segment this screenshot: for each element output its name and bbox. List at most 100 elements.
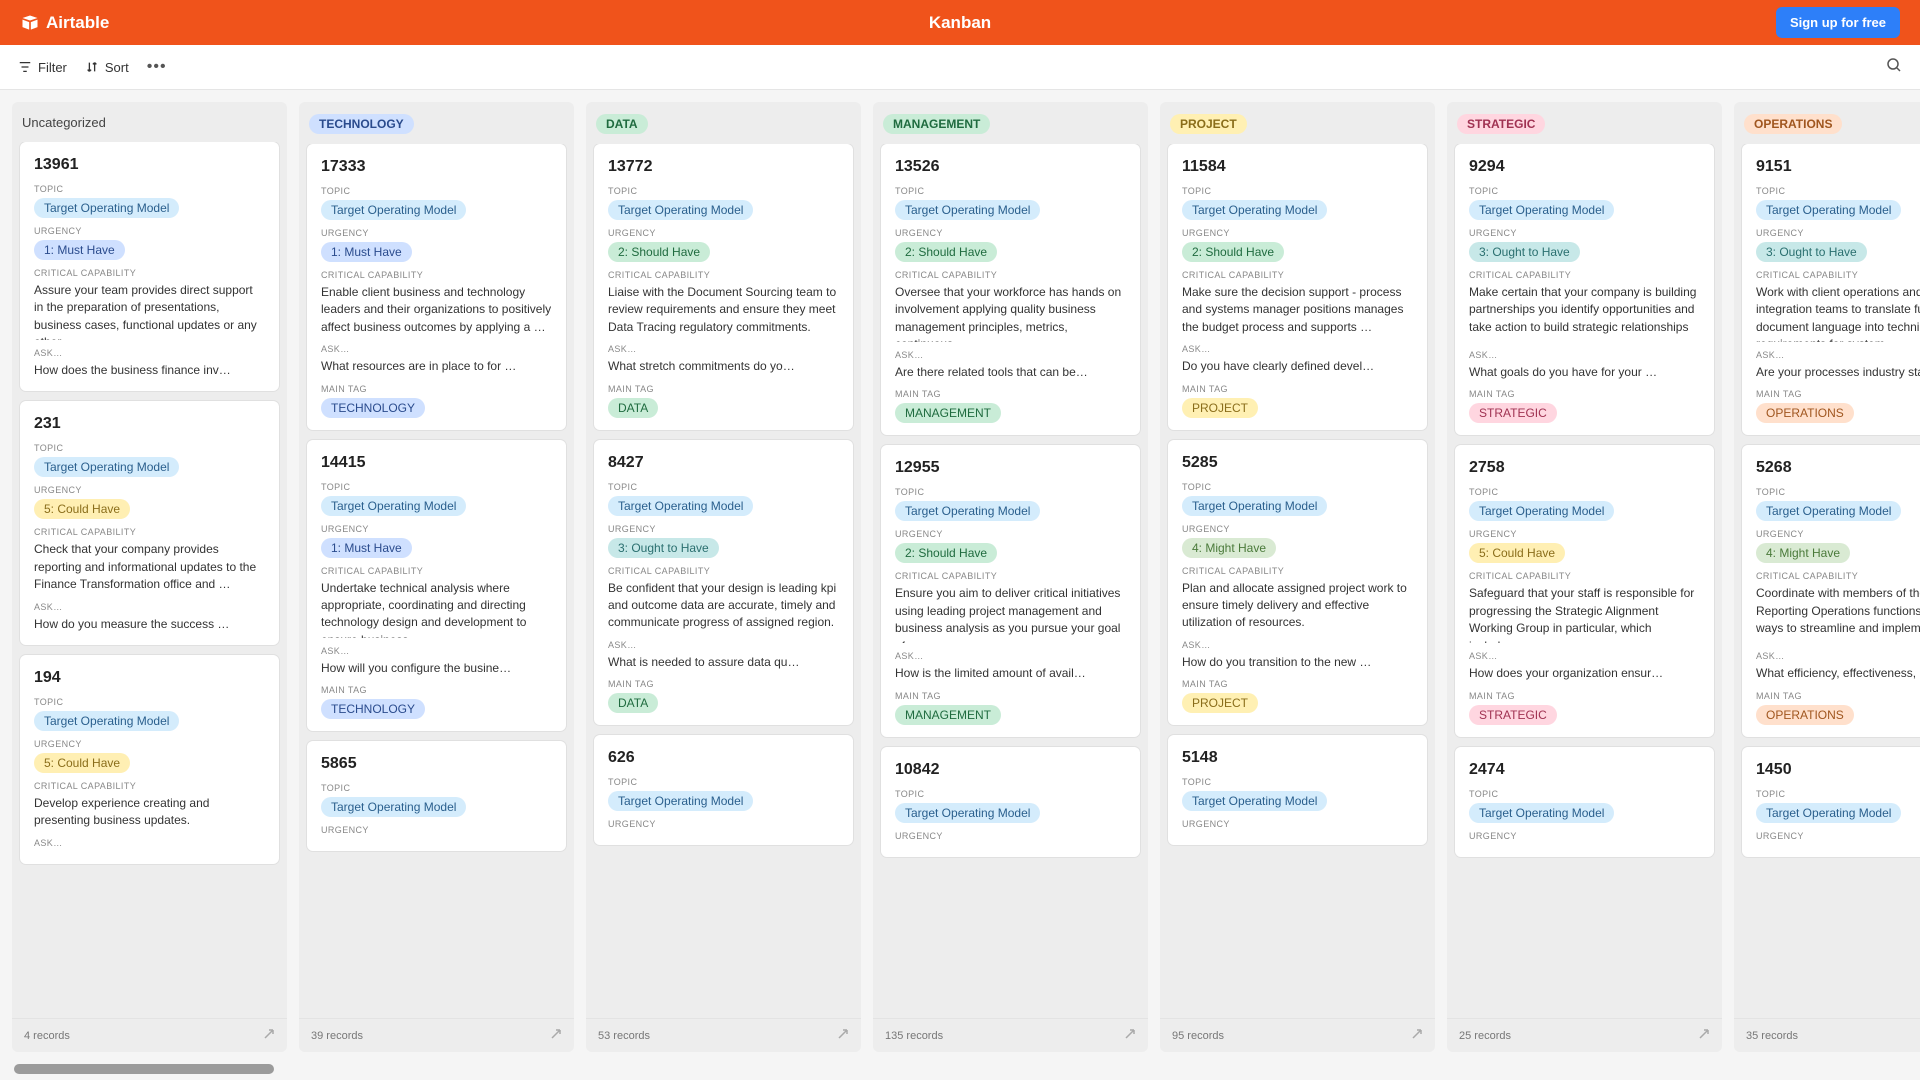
kanban-card[interactable]: 11584TOPICTarget Operating ModelURGENCY2… (1168, 144, 1427, 430)
topic-pill: Target Operating Model (608, 200, 753, 220)
field-label-urgency: URGENCY (34, 485, 265, 495)
main-tag-pill: STRATEGIC (1469, 705, 1557, 725)
expand-icon[interactable] (550, 1028, 562, 1043)
field-label-topic: TOPIC (321, 186, 552, 196)
urgency-pill: 1: Must Have (321, 242, 412, 262)
field-label-topic: TOPIC (608, 186, 839, 196)
topic-pill: Target Operating Model (895, 803, 1040, 823)
field-label-maintag: MAIN TAG (1756, 389, 1920, 399)
field-label-topic: TOPIC (1182, 777, 1413, 787)
record-count: 35 records (1746, 1030, 1798, 1042)
kanban-card[interactable]: 194TOPICTarget Operating ModelURGENCY5: … (20, 655, 279, 864)
field-label-urgency: URGENCY (321, 524, 552, 534)
main-tag-pill: DATA (608, 693, 658, 713)
topic-pill: Target Operating Model (1469, 200, 1614, 220)
kanban-card[interactable]: 5148TOPICTarget Operating ModelURGENCY (1168, 735, 1427, 845)
kanban-card[interactable]: 1450TOPICTarget Operating ModelURGENCY (1742, 747, 1920, 857)
field-label-topic: TOPIC (34, 443, 265, 453)
search-button[interactable] (1886, 57, 1902, 78)
field-label-critical: CRITICAL CAPABILITY (321, 566, 552, 576)
field-label-topic: TOPIC (895, 487, 1126, 497)
topic-pill: Target Operating Model (321, 496, 466, 516)
kanban-column: STRATEGIC9294TOPICTarget Operating Model… (1447, 102, 1722, 1052)
record-count: 4 records (24, 1030, 70, 1042)
topic-pill: Target Operating Model (608, 791, 753, 811)
more-menu-button[interactable]: ••• (147, 58, 167, 76)
field-label-urgency: URGENCY (895, 831, 1126, 841)
card-id: 5285 (1182, 454, 1413, 472)
kanban-card[interactable]: 9294TOPICTarget Operating ModelURGENCY3:… (1455, 144, 1714, 435)
topic-pill: Target Operating Model (608, 496, 753, 516)
urgency-pill: 5: Could Have (34, 753, 130, 773)
column-tag: PROJECT (1170, 114, 1247, 134)
field-label-topic: TOPIC (1469, 186, 1700, 196)
field-label-topic: TOPIC (1469, 487, 1700, 497)
field-label-ask: ASK… (34, 838, 265, 848)
kanban-card[interactable]: 13961TOPICTarget Operating ModelURGENCY1… (20, 142, 279, 391)
ask-text: What stretch commitments do yo… (608, 358, 839, 375)
kanban-card[interactable]: 13526TOPICTarget Operating ModelURGENCY2… (881, 144, 1140, 435)
ask-text: How will you configure the busine… (321, 660, 552, 677)
urgency-pill: 3: Ought to Have (608, 538, 719, 558)
kanban-card[interactable]: 5268TOPICTarget Operating ModelURGENCY4:… (1742, 445, 1920, 736)
topic-pill: Target Operating Model (1756, 803, 1901, 823)
field-label-urgency: URGENCY (321, 228, 552, 238)
field-label-topic: TOPIC (895, 186, 1126, 196)
field-label-maintag: MAIN TAG (1182, 679, 1413, 689)
critical-text: Ensure you aim to deliver critical initi… (895, 585, 1126, 643)
card-id: 9151 (1756, 158, 1920, 176)
kanban-card[interactable]: 626TOPICTarget Operating ModelURGENCY (594, 735, 853, 845)
kanban-column: PROJECT11584TOPICTarget Operating ModelU… (1160, 102, 1435, 1052)
sort-button[interactable]: Sort (85, 60, 129, 75)
card-id: 17333 (321, 158, 552, 176)
kanban-card[interactable]: 2474TOPICTarget Operating ModelURGENCY (1455, 747, 1714, 857)
column-title: Uncategorized (22, 115, 106, 130)
column-header: TECHNOLOGY (299, 102, 574, 144)
card-id: 5148 (1182, 749, 1413, 767)
column-footer: 4 records (12, 1018, 287, 1052)
urgency-pill: 4: Might Have (1182, 538, 1276, 558)
urgency-pill: 4: Might Have (1756, 543, 1850, 563)
kanban-column: TECHNOLOGY 17333 TOPIC Target Operating Mod… (299, 102, 574, 1052)
card-id: 231 (34, 415, 265, 433)
critical-text: Check that your company provides reporti… (34, 541, 265, 593)
record-count: 95 records (1172, 1030, 1224, 1042)
expand-icon[interactable] (1124, 1028, 1136, 1043)
kanban-card[interactable]: 10842TOPICTarget Operating ModelURGENCY (881, 747, 1140, 857)
card-list: 13526TOPICTarget Operating ModelURGENCY2… (873, 144, 1148, 1018)
card-id: 11584 (1182, 158, 1413, 176)
kanban-card[interactable]: 8427TOPICTarget Operating ModelURGENCY3:… (594, 440, 853, 726)
kanban-card[interactable]: 13772TOPICTarget Operating ModelURGENCY2… (594, 144, 853, 430)
signup-button[interactable]: Sign up for free (1776, 7, 1900, 38)
field-label-maintag: MAIN TAG (1469, 691, 1700, 701)
field-label-critical: CRITICAL CAPABILITY (1756, 571, 1920, 581)
filter-button[interactable]: Filter (18, 60, 67, 75)
field-label-maintag: MAIN TAG (321, 384, 552, 394)
field-label-critical: CRITICAL CAPABILITY (34, 781, 265, 791)
ask-text: How is the limited amount of avail… (895, 665, 1126, 682)
kanban-card[interactable]: 5865TOPICTarget Operating ModelURGENCY (307, 741, 566, 851)
main-tag-pill: OPERATIONS (1756, 403, 1854, 423)
horizontal-scrollbar[interactable] (14, 1064, 274, 1074)
expand-icon[interactable] (1698, 1028, 1710, 1043)
expand-icon[interactable] (837, 1028, 849, 1043)
kanban-board[interactable]: Uncategorized 13961TOPICTarget Operating … (0, 90, 1920, 1080)
kanban-card[interactable]: 9151TOPICTarget Operating ModelURGENCY3:… (1742, 144, 1920, 435)
field-label-urgency: URGENCY (1469, 831, 1700, 841)
card-id: 194 (34, 669, 265, 687)
kanban-card[interactable]: 12955TOPICTarget Operating ModelURGENCY2… (881, 445, 1140, 736)
expand-icon[interactable] (1411, 1028, 1423, 1043)
urgency-pill: 5: Could Have (1469, 543, 1565, 563)
main-tag-pill: PROJECT (1182, 398, 1258, 418)
ask-text: Are there related tools that can be… (895, 364, 1126, 381)
column-footer: 39 records (299, 1018, 574, 1052)
kanban-card[interactable]: 17333TOPICTarget Operating ModelURGENCY1… (307, 144, 566, 430)
kanban-card[interactable]: 5285TOPICTarget Operating ModelURGENCY4:… (1168, 440, 1427, 726)
topic-pill: Target Operating Model (1469, 501, 1614, 521)
kanban-card[interactable]: 14415TOPICTarget Operating ModelURGENCY1… (307, 440, 566, 731)
kanban-card[interactable]: 2758TOPICTarget Operating ModelURGENCY5:… (1455, 445, 1714, 736)
field-label-urgency: URGENCY (34, 226, 265, 236)
topic-pill: Target Operating Model (895, 200, 1040, 220)
kanban-card[interactable]: 231TOPICTarget Operating ModelURGENCY5: … (20, 401, 279, 645)
expand-icon[interactable] (263, 1028, 275, 1043)
